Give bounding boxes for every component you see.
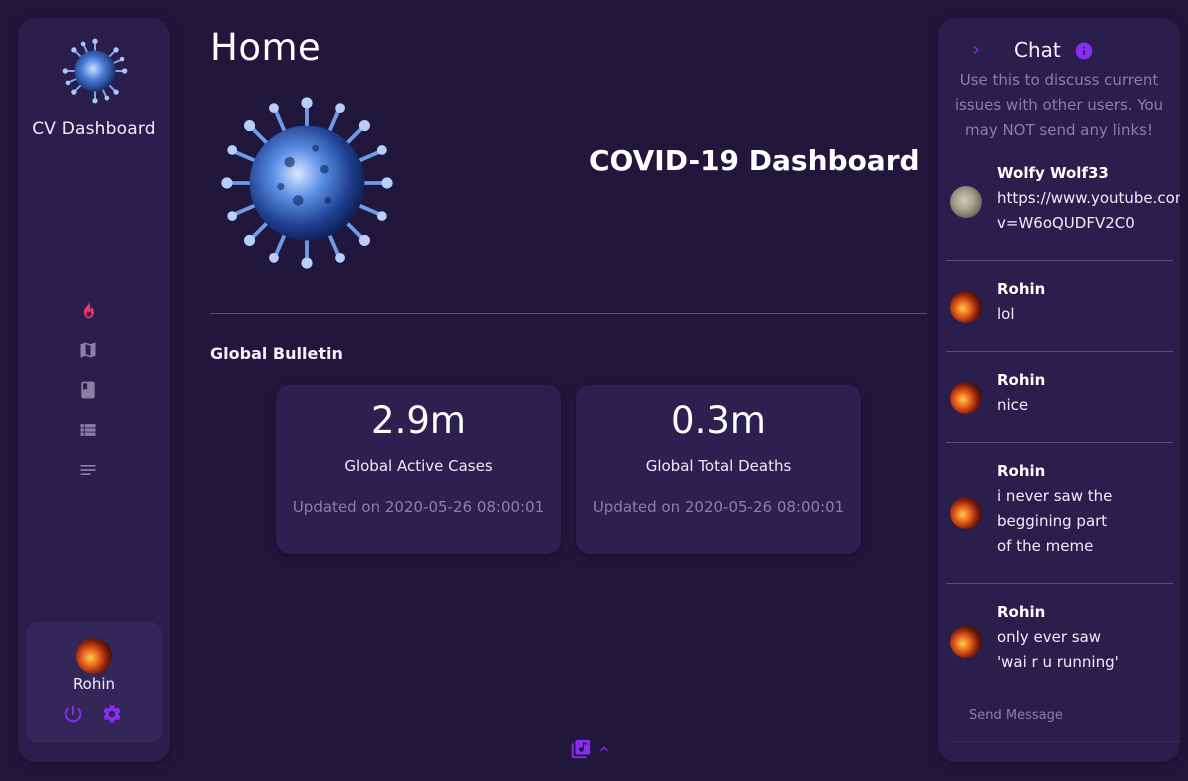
avatar[interactable] bbox=[950, 382, 982, 414]
sidebar-nav bbox=[76, 298, 100, 498]
book-icon bbox=[81, 381, 95, 399]
stat-card-active-cases: 2.9m Global Active Cases Updated on 2020… bbox=[276, 385, 561, 554]
user-name: Rohin bbox=[72, 675, 116, 693]
chevron-right-icon[interactable] bbox=[968, 40, 984, 60]
divider bbox=[946, 260, 1173, 261]
avatar[interactable] bbox=[950, 291, 982, 323]
chat-description: Use this to discuss current issues with … bbox=[954, 71, 1164, 139]
nav-item-map[interactable] bbox=[76, 338, 100, 362]
message-text: https://www.youtube.com/watch? v=W6oQUDF… bbox=[997, 189, 1180, 232]
power-icon[interactable] bbox=[62, 703, 84, 725]
nav-item-notes[interactable] bbox=[76, 458, 100, 482]
avatar[interactable] bbox=[950, 626, 982, 658]
divider bbox=[210, 313, 927, 314]
divider bbox=[946, 351, 1173, 352]
music-player-toggle[interactable] bbox=[570, 738, 612, 760]
nav-item-hotspots[interactable] bbox=[76, 298, 100, 322]
chat-header: Chat bbox=[938, 38, 1180, 64]
avatar[interactable] bbox=[950, 497, 982, 529]
stat-value: 0.3m bbox=[671, 399, 766, 442]
message-author: Wolfy Wolf33 bbox=[997, 164, 1109, 182]
message-author: Rohin bbox=[997, 280, 1046, 298]
message-author: Rohin bbox=[997, 462, 1046, 480]
music-library-icon bbox=[571, 739, 591, 759]
virus-hero-icon bbox=[221, 97, 393, 269]
user-card: Rohin bbox=[26, 622, 162, 743]
settings-icon[interactable] bbox=[101, 703, 123, 725]
flame-icon bbox=[83, 300, 94, 319]
avatar[interactable] bbox=[76, 638, 112, 674]
page-title: Home bbox=[210, 26, 322, 69]
message-author: Rohin bbox=[997, 371, 1046, 389]
nav-item-list[interactable] bbox=[76, 418, 100, 442]
dashboard-title: COVID-19 Dashboard bbox=[589, 144, 920, 177]
message-text: i never saw the beggining part of the me… bbox=[997, 487, 1113, 555]
stat-updated-timestamp: Updated on 2020-05-26 08:00:01 bbox=[292, 498, 545, 516]
divider bbox=[946, 442, 1173, 443]
send-message-box bbox=[950, 690, 1180, 742]
stat-updated-timestamp: Updated on 2020-05-26 08:00:01 bbox=[592, 498, 845, 516]
message-text: nice bbox=[997, 396, 1029, 414]
virus-logo-icon bbox=[62, 38, 128, 104]
nav-item-book[interactable] bbox=[76, 378, 100, 402]
list-icon bbox=[80, 424, 96, 436]
sidebar: CV Dashboard Rohin bbox=[18, 18, 170, 762]
stat-label: Global Active Cases bbox=[344, 457, 493, 475]
divider bbox=[946, 583, 1173, 584]
message-text: lol bbox=[997, 305, 1015, 323]
message-author: Rohin bbox=[997, 603, 1046, 621]
notes-icon bbox=[80, 465, 96, 475]
section-title: Global Bulletin bbox=[210, 344, 343, 363]
stat-value: 2.9m bbox=[371, 399, 466, 442]
avatar[interactable] bbox=[950, 186, 982, 218]
send-message-input[interactable] bbox=[950, 690, 1180, 741]
chat-panel: Chat Use this to discuss current issues … bbox=[938, 18, 1180, 762]
app-title: CV Dashboard bbox=[32, 119, 156, 139]
map-icon bbox=[80, 342, 96, 358]
chat-title: Chat bbox=[1014, 38, 1061, 62]
stat-card-total-deaths: 0.3m Global Total Deaths Updated on 2020… bbox=[576, 385, 861, 554]
info-icon[interactable] bbox=[1074, 41, 1094, 61]
message-text: only ever saw 'wai r u running' bbox=[997, 628, 1119, 671]
stat-label: Global Total Deaths bbox=[645, 457, 792, 475]
chevron-up-icon bbox=[600, 746, 608, 752]
